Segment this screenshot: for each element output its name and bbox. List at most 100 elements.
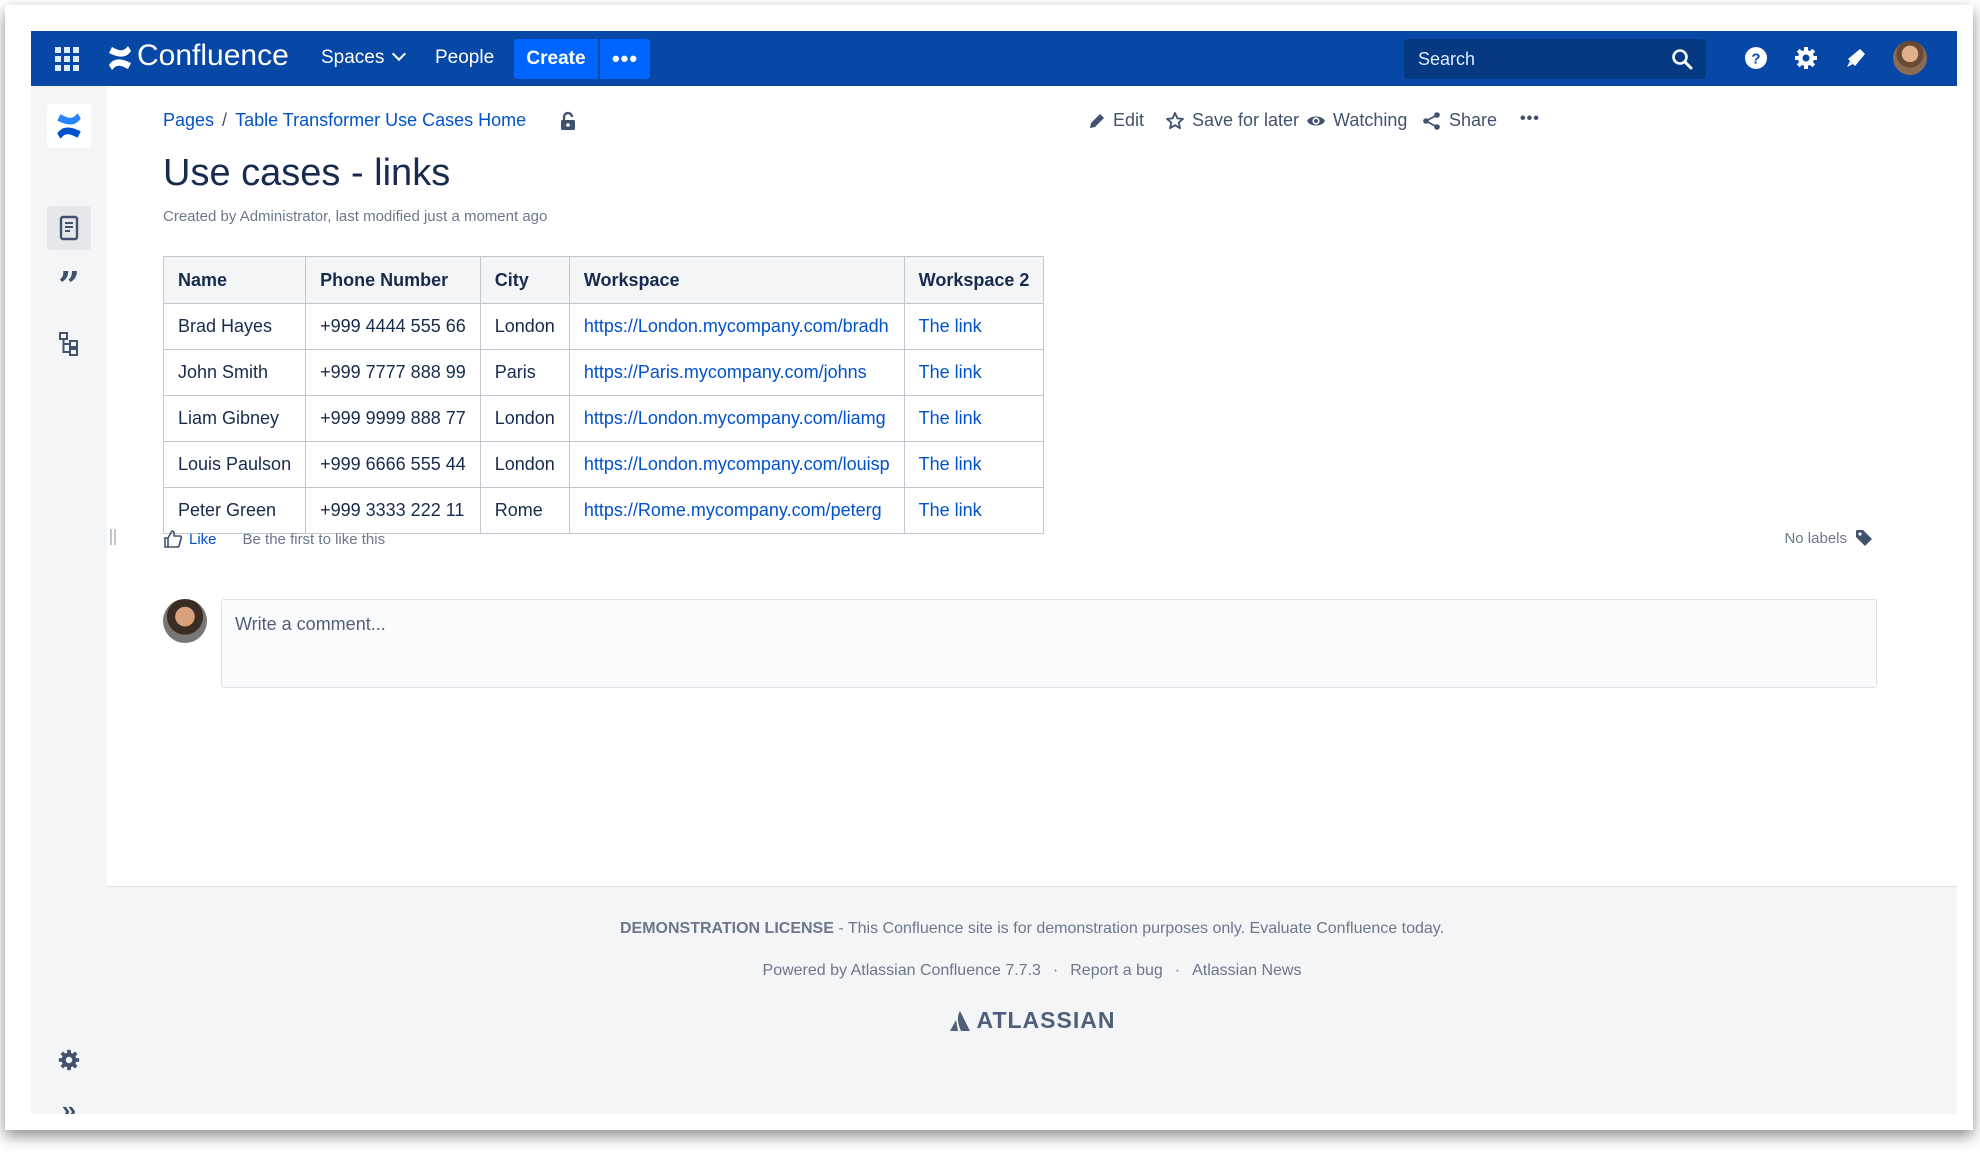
atlassian-mark-icon <box>949 1010 970 1031</box>
cell-name: John Smith <box>162 349 307 396</box>
more-actions-button[interactable]: ••• <box>1520 110 1540 128</box>
eye-icon <box>1307 116 1325 125</box>
breadcrumb-pages[interactable]: Pages <box>163 110 214 130</box>
edit-label: Edit <box>1113 110 1145 130</box>
footer-dot: · <box>1052 962 1059 979</box>
space-settings-icon <box>58 1049 80 1071</box>
chevron-down-icon <box>392 46 407 62</box>
double-chevron-right-icon: » <box>61 1094 77 1115</box>
tag-icon[interactable] <box>1855 529 1873 547</box>
cell-phone: +999 9999 888 77 <box>305 395 481 442</box>
cell-workspace-2-link[interactable]: The link <box>903 487 1045 534</box>
cell-workspace-2-link[interactable]: The link <box>903 395 1045 442</box>
table-row: Louis Paulson +999 6666 555 44 London ht… <box>162 441 1045 488</box>
cell-workspace-link[interactable]: https://London.mycompany.com/liamg <box>568 395 905 442</box>
column-header-phone: Phone Number <box>305 256 481 304</box>
sidebar-item-blog[interactable]: ” <box>47 262 91 308</box>
user-avatar[interactable] <box>1893 41 1927 75</box>
table-row: Brad Hayes +999 4444 555 66 London https… <box>162 303 1045 350</box>
powered-by-link[interactable]: Powered by Atlassian Confluence 7.7.3 <box>763 962 1041 979</box>
breadcrumb-separator: / <box>222 110 228 130</box>
cell-city: Rome <box>479 487 570 534</box>
sidebar-item-pages[interactable] <box>47 206 91 250</box>
cell-workspace-link[interactable]: https://Paris.mycompany.com/johns <box>568 349 905 396</box>
app-switcher-icon[interactable] <box>55 47 79 71</box>
window-frame: Confluence Spaces People Create ••• Sear… <box>5 5 1973 1130</box>
like-button[interactable]: Like <box>189 531 217 548</box>
breadcrumb-parent[interactable]: Table Transformer Use Cases Home <box>235 110 526 130</box>
nav-spaces[interactable]: Spaces <box>321 46 407 69</box>
quote-icon: ” <box>58 262 80 308</box>
comment-input[interactable]: Write a comment... <box>221 599 1877 688</box>
cell-workspace-2-link[interactable]: The link <box>903 441 1045 488</box>
cell-phone: +999 7777 888 99 <box>305 349 481 396</box>
likes-summary: Be the first to like this <box>242 530 386 548</box>
space-logo-button[interactable] <box>47 104 91 148</box>
help-icon[interactable]: ? <box>1743 45 1769 71</box>
cell-workspace-link[interactable]: https://London.mycompany.com/louisp <box>568 441 905 488</box>
confluence-logo-icon[interactable] <box>107 43 133 73</box>
sidebar-resize-handle[interactable] <box>110 529 116 545</box>
main-content: Pages / Table Transformer Use Cases Home E… <box>107 86 1957 1114</box>
notifications-megaphone-icon[interactable] <box>1843 45 1869 71</box>
atlassian-logo[interactable]: ATLASSIAN <box>107 1007 1957 1034</box>
page-tree-icon <box>59 332 78 356</box>
pencil-icon <box>1090 113 1104 128</box>
share-button[interactable]: Share <box>1422 110 1497 131</box>
cell-workspace-2-link[interactable]: The link <box>903 303 1045 350</box>
breadcrumb: Pages / Table Transformer Use Cases Home <box>163 110 526 131</box>
footer-links: Powered by Atlassian Confluence 7.7.3 · Re… <box>107 962 1957 980</box>
search-input[interactable]: Search <box>1404 39 1706 79</box>
atlassian-wordmark: ATLASSIAN <box>976 1007 1116 1033</box>
edit-button[interactable]: Edit <box>1088 110 1144 131</box>
watching-button[interactable]: Watching <box>1306 110 1407 131</box>
column-header-name: Name <box>162 256 307 304</box>
sidebar-item-page-tree[interactable] <box>47 322 91 366</box>
table-row: John Smith +999 7777 888 99 Paris https:… <box>162 349 1045 396</box>
comment-placeholder: Write a comment... <box>235 614 386 634</box>
license-text: - This Confluence site is for demonstrat… <box>833 920 1445 937</box>
confluence-logo-text[interactable]: Confluence <box>137 39 289 73</box>
table-row: Liam Gibney +999 9999 888 77 London http… <box>162 395 1045 442</box>
settings-gear-icon[interactable] <box>1793 45 1819 71</box>
cell-name: Louis Paulson <box>162 441 307 488</box>
cell-phone: +999 6666 555 44 <box>305 441 481 488</box>
create-more-button[interactable]: ••• <box>600 39 650 79</box>
save-for-later-label: Save for later <box>1192 110 1300 130</box>
unlocked-icon[interactable] <box>559 111 577 131</box>
confluence-app: Confluence Spaces People Create ••• Sear… <box>31 31 1957 1114</box>
cell-workspace-link[interactable]: https://Rome.mycompany.com/peterg <box>568 487 905 534</box>
cell-city: Paris <box>479 349 570 396</box>
license-notice: DEMONSTRATION LICENSE - This Confluence … <box>107 920 1957 938</box>
save-for-later-button[interactable]: Save for later <box>1165 110 1299 131</box>
more-dots-icon: ••• <box>611 46 639 71</box>
thumbs-up-icon[interactable] <box>163 529 183 549</box>
commenter-avatar <box>163 599 207 643</box>
confluence-space-icon <box>57 113 81 139</box>
search-icon[interactable] <box>1670 47 1694 71</box>
cell-name: Peter Green <box>162 487 307 534</box>
nav-spaces-label: Spaces <box>321 47 385 68</box>
share-icon <box>1423 111 1440 130</box>
star-icon <box>1166 111 1184 129</box>
column-header-workspace-2: Workspace 2 <box>903 256 1045 304</box>
table-row: Peter Green +999 3333 222 11 Rome https:… <box>162 487 1045 534</box>
report-bug-link[interactable]: Report a bug <box>1070 962 1163 979</box>
cell-city: London <box>479 395 570 442</box>
sidebar-expand-button[interactable]: » <box>47 1088 91 1115</box>
cell-workspace-link[interactable]: https://London.mycompany.com/bradh <box>568 303 905 350</box>
atlassian-news-link[interactable]: Atlassian News <box>1192 962 1301 979</box>
no-labels-text: No labels <box>1784 529 1847 547</box>
users-table: Name Phone Number City Workspace Workspa… <box>162 256 1045 534</box>
nav-people[interactable]: People <box>435 47 494 69</box>
column-header-city: City <box>479 256 570 304</box>
cell-city: London <box>479 303 570 350</box>
footer: DEMONSTRATION LICENSE - This Confluence … <box>107 886 1957 1114</box>
cell-phone: +999 4444 555 66 <box>305 303 481 350</box>
cell-name: Brad Hayes <box>162 303 307 350</box>
more-actions-icon: ••• <box>1520 110 1540 127</box>
cell-workspace-2-link[interactable]: The link <box>903 349 1045 396</box>
sidebar-space-settings[interactable] <box>47 1038 91 1082</box>
search-placeholder: Search <box>1418 49 1476 69</box>
create-button[interactable]: Create <box>514 39 598 79</box>
